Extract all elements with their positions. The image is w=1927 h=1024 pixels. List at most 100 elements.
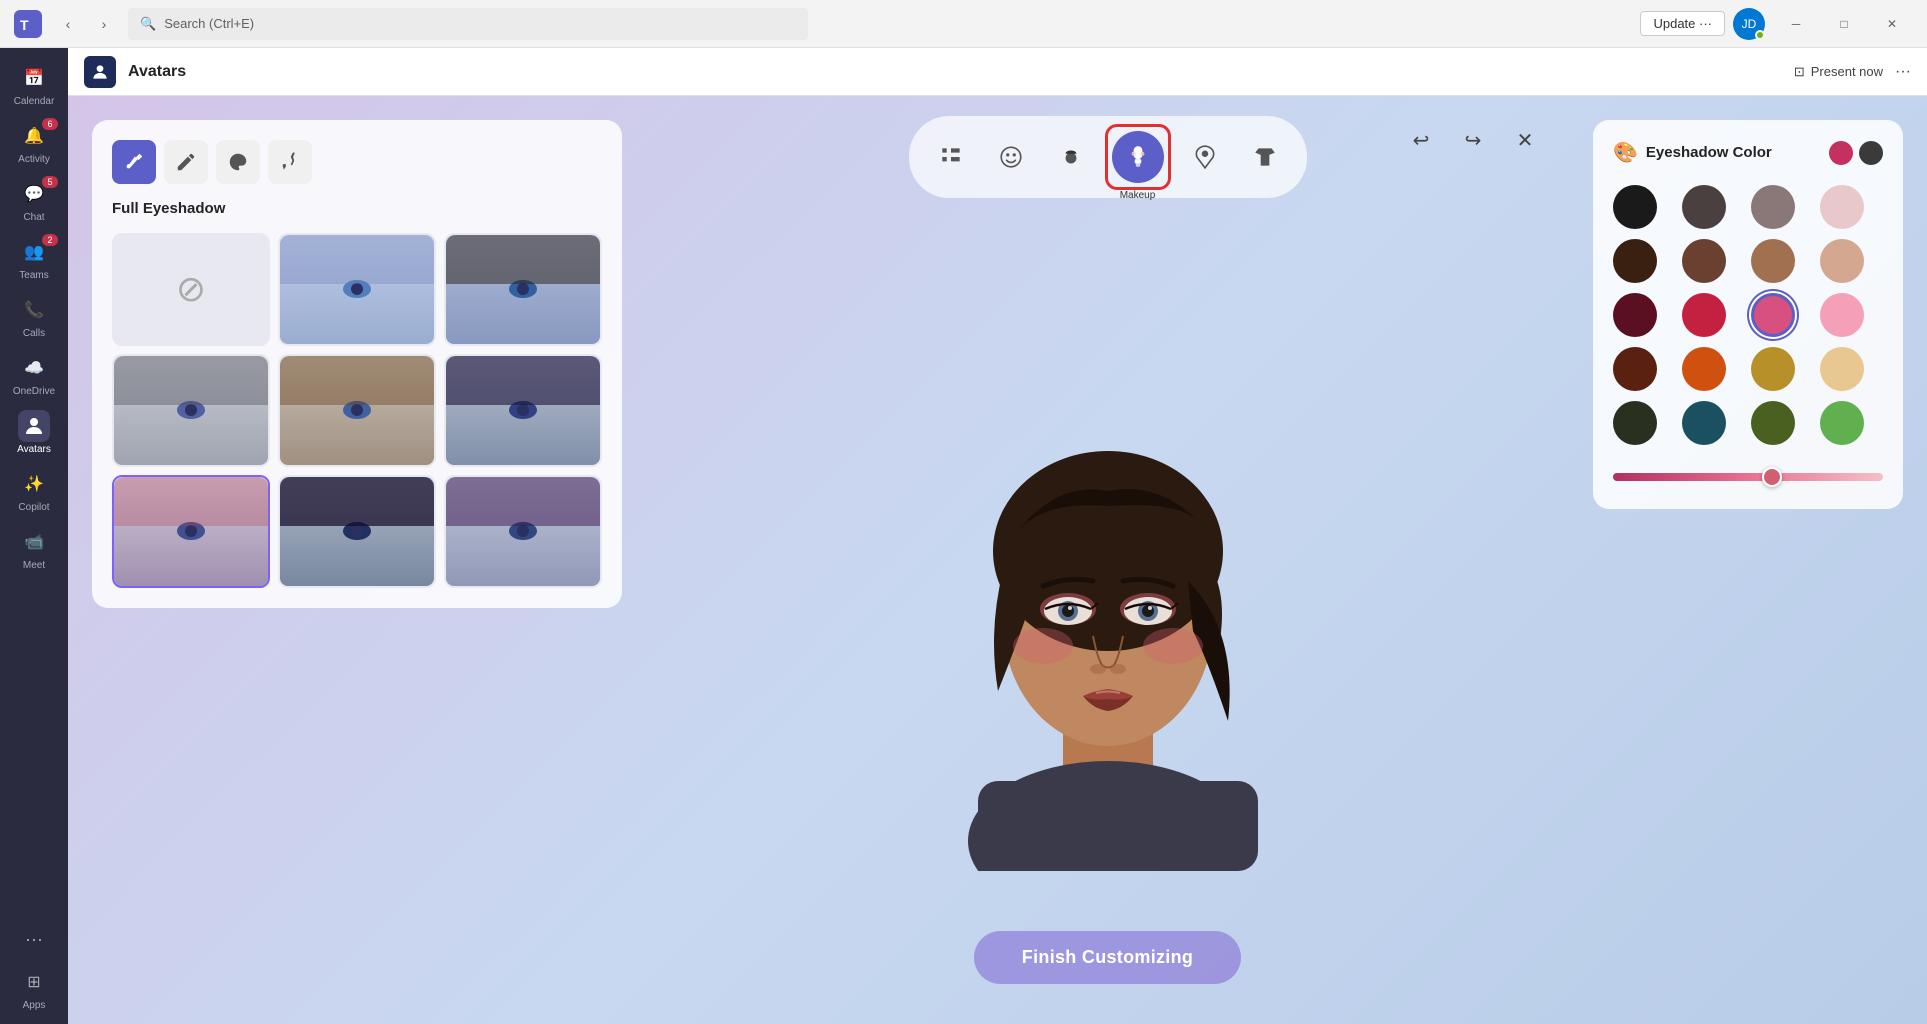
svg-text:T: T bbox=[20, 17, 29, 33]
eye-option-1[interactable] bbox=[278, 233, 436, 346]
opacity-slider-thumb[interactable] bbox=[1762, 467, 1782, 487]
sidebar: 📅 Calendar 🔔 Activity 6 💬 Chat 5 👥 Teams… bbox=[0, 48, 68, 1024]
sidebar-item-apps[interactable]: ⊞ Apps bbox=[6, 960, 62, 1016]
color-option-7[interactable] bbox=[1751, 239, 1795, 283]
copilot-icon: ✨ bbox=[18, 468, 50, 500]
color-option-19[interactable] bbox=[1751, 401, 1795, 445]
close-button[interactable]: ✕ bbox=[1869, 8, 1915, 40]
opacity-slider-track[interactable] bbox=[1613, 473, 1883, 481]
sidebar-item-onedrive[interactable]: ☁️ OneDrive bbox=[6, 346, 62, 402]
undo-button[interactable]: ↩ bbox=[1401, 120, 1441, 160]
panel-header: 🎨 Eyeshadow Color bbox=[1613, 140, 1883, 165]
eye-option-4[interactable] bbox=[278, 354, 436, 467]
makeup-label: Makeup bbox=[1120, 190, 1156, 201]
tool-tab-brush4[interactable] bbox=[268, 140, 312, 184]
update-button[interactable]: Update ··· bbox=[1640, 11, 1725, 36]
color-option-1[interactable] bbox=[1613, 185, 1657, 229]
color-option-14[interactable] bbox=[1682, 347, 1726, 391]
chat-badge: 5 bbox=[42, 176, 58, 188]
opacity-slider-container bbox=[1613, 465, 1883, 489]
close-editor-button[interactable]: ✕ bbox=[1505, 120, 1545, 160]
color-grid bbox=[1613, 181, 1879, 449]
color-option-9[interactable] bbox=[1613, 293, 1657, 337]
color-option-8[interactable] bbox=[1820, 239, 1864, 283]
finish-customizing-button[interactable]: Finish Customizing bbox=[974, 931, 1241, 984]
center-area: Makeup bbox=[646, 96, 1569, 1024]
toolbar-face-button[interactable] bbox=[985, 131, 1037, 183]
sidebar-item-activity[interactable]: 🔔 Activity 6 bbox=[6, 114, 62, 170]
tool-tab-brush1[interactable] bbox=[112, 140, 156, 184]
sidebar-more-button[interactable]: ··· bbox=[17, 921, 51, 958]
color-option-6[interactable] bbox=[1682, 239, 1726, 283]
more-options-button[interactable]: ··· bbox=[1895, 63, 1911, 81]
present-icon: ⊡ bbox=[1794, 64, 1805, 80]
window-controls: ─ □ ✕ bbox=[1773, 8, 1915, 40]
sidebar-item-calls[interactable]: 📞 Calls bbox=[6, 288, 62, 344]
selected-color-1[interactable] bbox=[1829, 141, 1853, 165]
calendar-icon: 📅 bbox=[18, 62, 50, 94]
search-placeholder: Search (Ctrl+E) bbox=[164, 16, 254, 31]
eye-option-none[interactable]: ⊘ bbox=[112, 233, 270, 346]
avatar-face bbox=[898, 351, 1318, 871]
search-bar[interactable]: 🔍 Search (Ctrl+E) bbox=[128, 8, 808, 40]
color-option-2[interactable] bbox=[1682, 185, 1726, 229]
color-option-11[interactable] bbox=[1751, 293, 1795, 337]
color-option-17[interactable] bbox=[1613, 401, 1657, 445]
sidebar-item-chat[interactable]: 💬 Chat 5 bbox=[6, 172, 62, 228]
color-grid-scroll bbox=[1613, 181, 1883, 449]
selected-color-2[interactable] bbox=[1859, 141, 1883, 165]
forward-button[interactable]: › bbox=[88, 8, 120, 40]
eye-option-2[interactable] bbox=[444, 233, 602, 346]
online-status bbox=[1755, 30, 1765, 40]
selected-colors bbox=[1829, 141, 1883, 165]
color-option-18[interactable] bbox=[1682, 401, 1726, 445]
redo-button[interactable]: ↪ bbox=[1453, 120, 1493, 160]
toolbar-body-button[interactable] bbox=[925, 131, 977, 183]
maximize-button[interactable]: □ bbox=[1821, 8, 1867, 40]
toolbar-makeup-button[interactable]: Makeup bbox=[1112, 131, 1164, 183]
tool-tab-brush3[interactable] bbox=[216, 140, 260, 184]
color-option-13[interactable] bbox=[1613, 347, 1657, 391]
apps-icon: ⊞ bbox=[18, 966, 50, 998]
color-option-15[interactable] bbox=[1751, 347, 1795, 391]
eye-option-6[interactable] bbox=[112, 475, 270, 588]
meet-icon: 📹 bbox=[18, 526, 50, 558]
minimize-button[interactable]: ─ bbox=[1773, 8, 1819, 40]
right-panel: 🎨 Eyeshadow Color bbox=[1593, 120, 1903, 509]
color-option-16[interactable] bbox=[1820, 347, 1864, 391]
present-now-button[interactable]: ⊡ Present now bbox=[1794, 64, 1883, 80]
color-option-20[interactable] bbox=[1820, 401, 1864, 445]
tool-tabs bbox=[112, 140, 602, 184]
eyeshadow-grid: ⊘ bbox=[112, 233, 602, 588]
sidebar-item-teams[interactable]: 👥 Teams 2 bbox=[6, 230, 62, 286]
app-title: Avatars bbox=[128, 63, 186, 81]
sidebar-item-copilot[interactable]: ✨ Copilot bbox=[6, 462, 62, 518]
sidebar-item-avatars[interactable]: Avatars bbox=[6, 404, 62, 460]
color-option-3[interactable] bbox=[1751, 185, 1795, 229]
editor-controls: ↩ ↪ ✕ bbox=[1401, 120, 1545, 160]
eye-option-7[interactable] bbox=[278, 475, 436, 588]
onedrive-icon: ☁️ bbox=[18, 352, 50, 384]
toolbar-hair-button[interactable] bbox=[1045, 131, 1097, 183]
makeup-wrapper: Makeup bbox=[1105, 124, 1171, 190]
sidebar-item-calendar[interactable]: 📅 Calendar bbox=[6, 56, 62, 112]
sidebar-item-meet[interactable]: 📹 Meet bbox=[6, 520, 62, 576]
eye-option-8[interactable] bbox=[444, 475, 602, 588]
color-option-4[interactable] bbox=[1820, 185, 1864, 229]
search-icon: 🔍 bbox=[140, 16, 156, 32]
left-panel: Full Eyeshadow ⊘ bbox=[92, 120, 622, 608]
toolbar-outfit-button[interactable] bbox=[1239, 131, 1291, 183]
eye-option-3[interactable] bbox=[112, 354, 270, 467]
back-button[interactable]: ‹ bbox=[52, 8, 84, 40]
tool-tab-brush2[interactable] bbox=[164, 140, 208, 184]
toolbar-accessories-button[interactable] bbox=[1179, 131, 1231, 183]
teams-logo: T bbox=[12, 8, 44, 40]
app-icon bbox=[84, 56, 116, 88]
user-avatar[interactable]: JD bbox=[1733, 8, 1765, 40]
top-toolbar: Makeup bbox=[909, 116, 1307, 198]
app-header: Avatars ⊡ Present now ··· bbox=[68, 48, 1927, 96]
color-option-12[interactable] bbox=[1820, 293, 1864, 337]
color-option-5[interactable] bbox=[1613, 239, 1657, 283]
color-option-10[interactable] bbox=[1682, 293, 1726, 337]
eye-option-5[interactable] bbox=[444, 354, 602, 467]
